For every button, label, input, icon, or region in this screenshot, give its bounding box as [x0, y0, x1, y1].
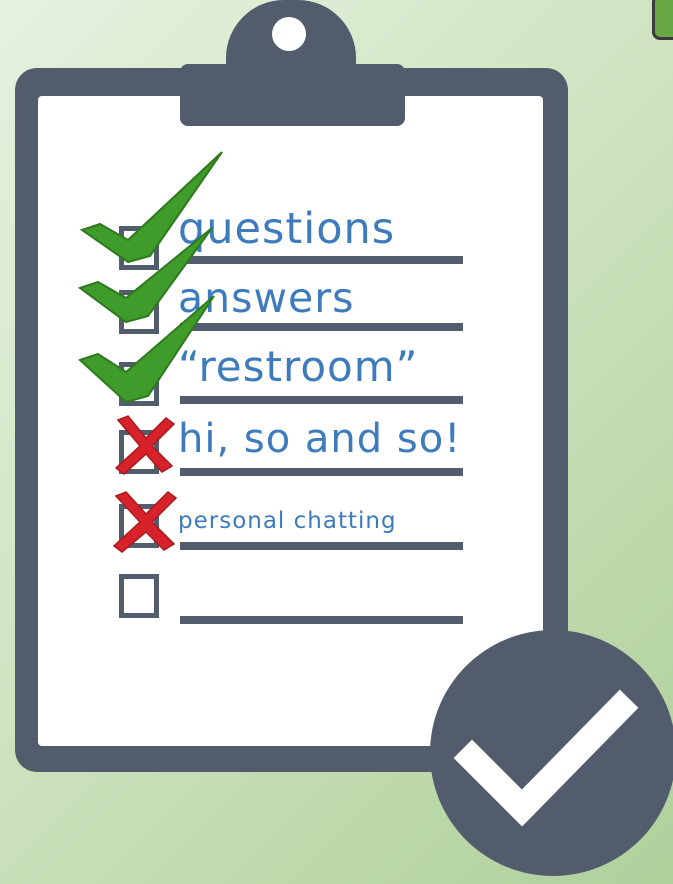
green-checkmark-icon	[78, 295, 215, 404]
clipboard-illustration: questions answers “restroom” hi, so and …	[0, 0, 673, 884]
checklist-item: answers	[0, 227, 673, 348]
red-x-icon	[112, 491, 178, 553]
corner-decoration-icon	[652, 0, 673, 40]
checklist-item: personal chatting	[0, 486, 673, 566]
approved-badge	[430, 630, 673, 876]
checklist-item	[0, 560, 673, 640]
checklist-item: hi, so and so!	[0, 412, 673, 492]
checkmark-icon	[453, 689, 639, 827]
checkbox[interactable]	[119, 574, 159, 618]
red-x-icon	[114, 415, 176, 475]
underline	[180, 616, 463, 624]
clip-hole	[272, 17, 306, 51]
checklist-item: “restroom”	[0, 295, 673, 420]
